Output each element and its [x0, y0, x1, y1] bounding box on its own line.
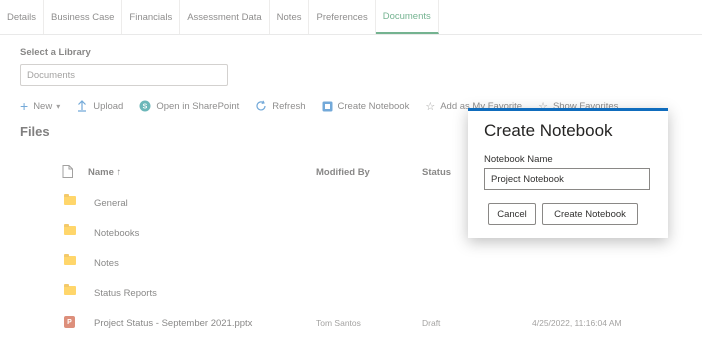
dialog-title: Create Notebook: [484, 121, 613, 140]
notebook-name-label: Notebook Name: [484, 154, 553, 165]
cancel-button[interactable]: Cancel: [488, 203, 536, 225]
create-notebook-confirm-button[interactable]: Create Notebook: [542, 203, 638, 225]
app: Details Business Case Financials Assessm…: [0, 0, 702, 341]
notebook-name-input[interactable]: [484, 168, 650, 190]
create-notebook-dialog: Create Notebook Notebook Name Cancel Cre…: [468, 108, 668, 238]
